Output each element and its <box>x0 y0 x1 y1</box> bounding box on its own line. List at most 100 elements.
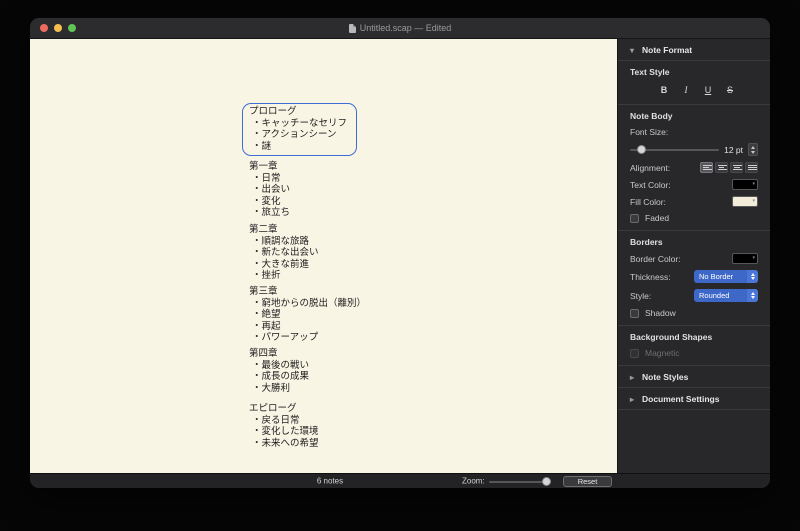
alignment-label: Alignment: <box>630 162 671 173</box>
fill-color-well[interactable]: ▾ <box>732 196 758 207</box>
faded-label: Faded <box>645 213 670 223</box>
close-button[interactable] <box>40 24 48 32</box>
slider-thumb[interactable] <box>637 145 647 154</box>
window-title: Untitled.scap — Edited <box>359 23 452 33</box>
faded-checkbox[interactable] <box>630 213 639 223</box>
note-line: ・出会い <box>252 184 291 196</box>
zoom-label: Zoom: <box>462 476 485 486</box>
disclosure-open-icon: ▾ <box>630 45 635 55</box>
title-bar[interactable]: Untitled.scap — Edited <box>30 18 770 39</box>
note-line: ・変化した環境 <box>252 426 319 438</box>
font-size-value[interactable]: 12 pt <box>724 145 743 155</box>
font-size-label: Font Size: <box>630 127 669 137</box>
align-center-button[interactable] <box>715 162 728 173</box>
note-title: プロローグ <box>249 106 297 117</box>
well-arrow-icon: ▾ <box>752 198 755 204</box>
underline-button[interactable]: U <box>700 83 716 97</box>
note-line: ・挫折 <box>252 270 281 282</box>
note-chapter-3[interactable]: 第三章 ・窮地からの脱出（離別） ・絶望 ・再起 ・パワーアップ <box>249 286 366 344</box>
note-format-label: Note Format <box>642 45 693 55</box>
note-line: ・戻る日常 <box>252 414 300 426</box>
document-settings-header[interactable]: ▸ Document Settings <box>618 388 770 409</box>
thickness-value: No Border <box>699 272 734 281</box>
note-title: 第四章 <box>249 348 278 359</box>
zoom-slider[interactable] <box>489 477 551 486</box>
align-left-button[interactable] <box>700 162 713 173</box>
note-chapter-2[interactable]: 第二章 ・順調な旅路 ・新たな出会い ・大きな前進 ・挫折 <box>249 224 319 282</box>
minimize-button[interactable] <box>54 24 62 32</box>
notes-count: 6 notes <box>316 476 344 486</box>
note-body-section: Note Body Font Size: 12 pt Alignment: Te… <box>618 105 770 230</box>
borders-section: Borders Border Color: ▾ Thickness: No Bo… <box>618 231 770 325</box>
text-color-well[interactable]: ▾ <box>732 179 758 190</box>
border-style-popup[interactable]: Rounded <box>694 289 758 302</box>
background-shapes-section: Background Shapes Magnetic <box>618 326 770 365</box>
magnetic-checkbox <box>630 348 639 358</box>
window-title-area: Untitled.scap — Edited <box>30 23 770 33</box>
background-shapes-label: Background Shapes <box>630 332 713 342</box>
app-window: Untitled.scap — Edited プロローグ ・キャッチーなセリフ … <box>30 18 770 488</box>
text-style-label: Text Style <box>630 67 670 77</box>
note-line: ・成長の成果 <box>252 371 310 383</box>
italic-button[interactable]: I <box>678 83 694 97</box>
note-line: ・日常 <box>252 172 281 184</box>
note-chapter-4[interactable]: 第四章 ・最後の戦い ・成長の成果 ・大勝利 <box>249 348 309 394</box>
note-line: ・未来への希望 <box>252 437 319 449</box>
disclosure-closed-icon: ▸ <box>630 394 635 404</box>
note-line: ・パワーアップ <box>252 332 319 344</box>
thickness-label: Thickness: <box>630 271 671 282</box>
border-style-label: Style: <box>630 290 652 301</box>
note-line: ・再起 <box>252 320 281 332</box>
stepper-down-icon <box>751 150 755 154</box>
note-line: ・大勝利 <box>252 382 291 394</box>
zoom-window-button[interactable] <box>68 24 76 32</box>
note-styles-label: Note Styles <box>642 372 689 382</box>
borders-label: Borders <box>630 237 663 247</box>
fill-color-label: Fill Color: <box>630 196 666 207</box>
note-title: 第一章 <box>249 161 278 172</box>
note-styles-header[interactable]: ▸ Note Styles <box>618 366 770 387</box>
document-settings-label: Document Settings <box>642 394 720 404</box>
document-icon <box>348 23 356 33</box>
note-line: ・キャッチーなセリフ <box>252 117 348 129</box>
text-style-section: Text Style B I U S <box>618 61 770 104</box>
border-style-value: Rounded <box>699 291 730 300</box>
popup-arrows-icon <box>747 270 758 283</box>
stepper-up-icon <box>751 145 755 149</box>
note-chapter-1[interactable]: 第一章 ・日常 ・出会い ・変化 ・旅立ち <box>249 161 290 219</box>
font-size-slider[interactable] <box>630 145 720 154</box>
font-size-stepper[interactable] <box>748 143 758 156</box>
align-right-button[interactable] <box>730 162 743 173</box>
divider <box>618 409 770 410</box>
note-format-header[interactable]: ▾ Note Format <box>618 39 770 60</box>
shadow-label: Shadow <box>645 308 676 318</box>
thickness-popup[interactable]: No Border <box>694 270 758 283</box>
note-line: ・旅立ち <box>252 207 291 219</box>
well-arrow-icon: ▾ <box>752 181 755 187</box>
status-bar: 6 notes Zoom: Reset <box>30 473 770 488</box>
note-line: ・大きな前進 <box>252 258 310 270</box>
note-canvas[interactable]: プロローグ ・キャッチーなセリフ ・アクションシーン ・謎 第一章 ・日常 ・出… <box>30 39 617 473</box>
border-color-well[interactable]: ▾ <box>732 253 758 264</box>
inspector-sidebar: ▾ Note Format Text Style B I U S Note Bo… <box>617 39 770 473</box>
reset-zoom-button[interactable]: Reset <box>563 476 612 487</box>
shadow-checkbox[interactable] <box>630 308 639 318</box>
note-line: ・絶望 <box>252 309 281 321</box>
popup-arrows-icon <box>747 289 758 302</box>
note-line: ・順調な旅路 <box>252 235 310 247</box>
note-body-label: Note Body <box>630 111 673 121</box>
magnetic-label: Magnetic <box>645 348 680 358</box>
note-line: ・最後の戦い <box>252 359 310 371</box>
note-line: ・アクションシーン <box>252 129 337 141</box>
align-justify-button[interactable] <box>745 162 758 173</box>
slider-thumb[interactable] <box>541 477 551 486</box>
note-line: ・謎 <box>252 140 272 152</box>
traffic-lights <box>40 24 76 32</box>
bold-button[interactable]: B <box>656 83 672 97</box>
note-line: ・新たな出会い <box>252 247 319 259</box>
well-arrow-icon: ▾ <box>752 255 755 261</box>
note-prologue[interactable]: プロローグ ・キャッチーなセリフ ・アクションシーン ・謎 <box>242 103 358 157</box>
strikethrough-button[interactable]: S <box>722 83 738 97</box>
note-line: ・変化 <box>252 195 281 207</box>
note-epilogue[interactable]: エピローグ ・戻る日常 ・変化した環境 ・未来への希望 <box>249 403 319 449</box>
